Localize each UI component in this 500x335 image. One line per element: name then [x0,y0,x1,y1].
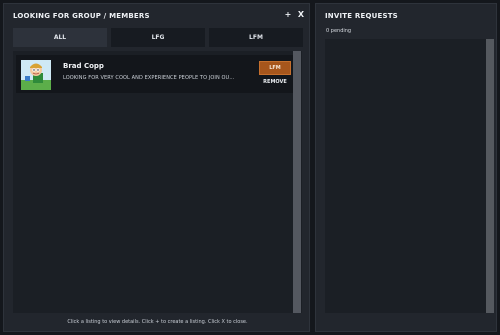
footer-hint: Click a listing to view details. Click +… [67,319,248,325]
listing-scroll-thumb[interactable] [293,51,301,313]
listing-type-badge: LFM [259,61,291,75]
cartoon-character-avatar-icon [21,60,51,90]
tab-all[interactable]: ALL [13,28,107,47]
invite-list [325,39,486,313]
close-button[interactable]: X [296,10,306,19]
invite-panel-title: INVITE REQUESTS [325,12,398,20]
listing-name: Brad Copp [63,62,104,70]
listing-description: LOOKING FOR VERY COOL AND EXPERIENCE PEO… [63,75,235,81]
listing-scrollbar[interactable] [293,51,301,313]
tab-lfm[interactable]: LFM [209,28,303,47]
invite-requests-panel: INVITE REQUESTS 0 pending [315,3,497,332]
pending-count: 0 pending [326,28,352,34]
tab-lfg[interactable]: LFG [111,28,205,47]
lfg-panel: LOOKING FOR GROUP / MEMBERS + X ALL LFG … [3,3,310,332]
create-listing-button[interactable]: + [283,10,293,19]
remove-listing-button[interactable]: REMOVE [259,79,291,85]
listing-item[interactable]: Brad Copp LOOKING FOR VERY COOL AND EXPE… [16,55,298,93]
listing-list: Brad Copp LOOKING FOR VERY COOL AND EXPE… [13,51,302,313]
lfg-panel-title: LOOKING FOR GROUP / MEMBERS [13,12,150,20]
filter-tabs: ALL LFG LFM [13,28,303,47]
invite-scrollbar[interactable] [486,39,494,313]
